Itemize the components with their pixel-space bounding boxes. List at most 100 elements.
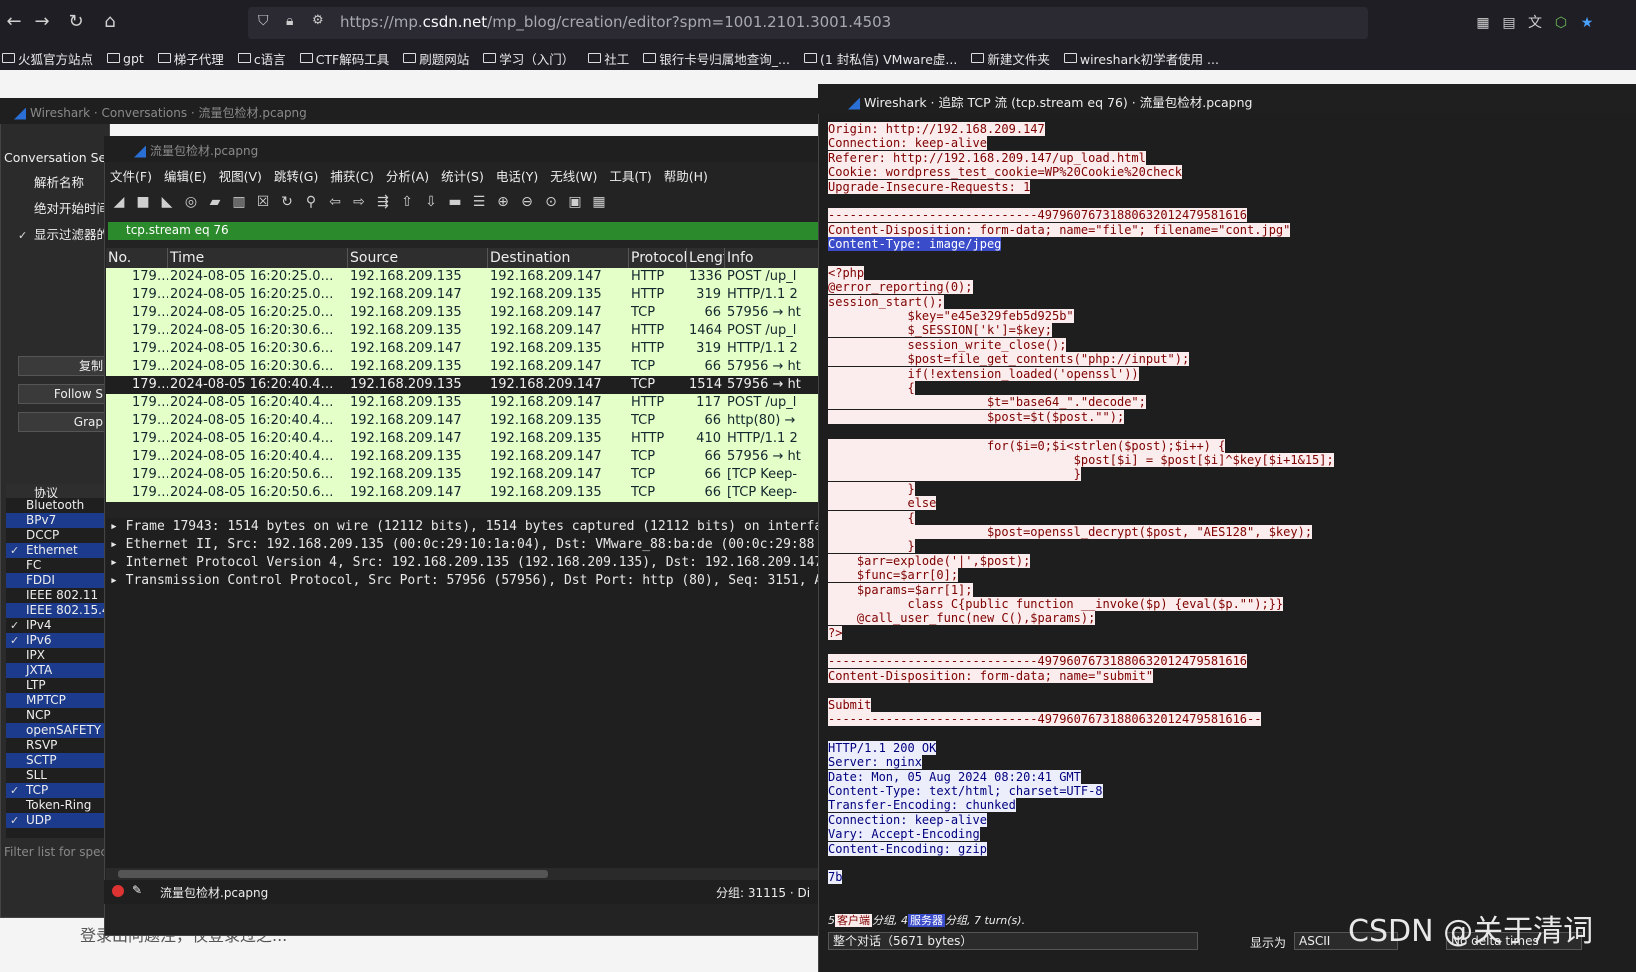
protocol-item[interactable]: ✓ Ethernet (6, 543, 104, 558)
protocol-item[interactable]: IEEE 802.15.4 (6, 603, 104, 618)
resize-columns-icon[interactable]: ▣ (566, 193, 584, 211)
bookmark-item[interactable]: 银行卡号归属地查询_... (643, 49, 790, 68)
protocol-item[interactable]: IPX (6, 648, 104, 663)
menu-item[interactable]: 分析(A) (386, 166, 429, 185)
bookmark-item[interactable]: 社工 (588, 49, 629, 68)
capture-options-icon[interactable]: ◎ (182, 193, 200, 211)
auto-scroll-icon[interactable]: ▬ (446, 193, 464, 211)
checkbox-icon[interactable] (10, 559, 20, 569)
expand-arrow-icon[interactable]: ▸ (110, 573, 126, 588)
protocol-item[interactable]: ✓ UDP (6, 813, 104, 828)
checkbox-icon[interactable] (10, 709, 20, 719)
close-file-icon[interactable]: ☒ (254, 193, 272, 211)
detail-row[interactable]: ▸ Frame 17943: 1514 bytes on wire (12112… (106, 518, 830, 536)
protocol-item[interactable]: JXTA (6, 663, 104, 678)
checkbox-icon[interactable]: ✓ (18, 230, 28, 241)
expert-info-icon[interactable] (112, 885, 124, 897)
packet-row[interactable]: 179… 2024-08-05 16:20:40.4… 192.168.209.14… (106, 430, 830, 448)
zoom-out-icon[interactable]: ⊖ (518, 193, 536, 211)
menu-item[interactable]: 跳转(G) (274, 166, 318, 185)
menu-item[interactable]: 视图(V) (219, 166, 262, 185)
column-header[interactable]: Destination (488, 248, 629, 268)
checkbox-icon[interactable]: ✓ (10, 545, 20, 556)
protocol-item[interactable]: ✓ IPv4 (6, 618, 104, 633)
translate-icon[interactable]: 文 (1526, 14, 1544, 32)
packet-row[interactable]: 179… 2024-08-05 16:20:40.4… 192.168.209.13… (106, 376, 830, 394)
layout-icon[interactable]: ▦ (590, 193, 608, 211)
bookmark-item[interactable]: CTF解码工具 (299, 49, 389, 68)
column-header[interactable]: Protocol (629, 248, 687, 268)
reload-file-icon[interactable]: ↻ (278, 193, 296, 211)
first-packet-icon[interactable]: ⇧ (398, 193, 416, 211)
conversation-button[interactable]: Follow S (18, 384, 108, 404)
column-header[interactable]: Source (348, 248, 488, 268)
back-icon[interactable]: ← (2, 10, 26, 34)
zoom-reset-icon[interactable]: ⊙ (542, 193, 560, 211)
protocol-item[interactable]: Bluetooth (6, 498, 104, 513)
checkbox-icon[interactable] (10, 574, 20, 584)
open-file-icon[interactable]: ▰ (206, 193, 224, 211)
protocol-item[interactable]: LTP (6, 678, 104, 693)
stop-capture-icon[interactable]: ■ (134, 193, 152, 211)
menu-item[interactable]: 帮助(H) (664, 166, 708, 185)
colorize-icon[interactable]: ☰ (470, 193, 488, 211)
checkbox-icon[interactable] (10, 679, 20, 689)
protocol-header[interactable]: 协议 (6, 484, 104, 500)
checkbox-icon[interactable] (10, 694, 20, 704)
checkbox-icon[interactable] (18, 177, 28, 187)
checkbox-icon[interactable] (10, 604, 20, 614)
conversation-option[interactable]: 解析名称 (18, 172, 84, 191)
tcp-stream-content[interactable]: Origin: http://192.168.209.147 Connection… (828, 122, 1568, 917)
bookmark-item[interactable]: c语言 (237, 49, 286, 68)
checkbox-icon[interactable]: ✓ (10, 785, 20, 796)
protocol-item[interactable]: ✓ IPv6 (6, 633, 104, 648)
packet-row[interactable]: 179… 2024-08-05 16:20:40.4… 192.168.209.13… (106, 394, 830, 412)
packet-row[interactable]: 179… 2024-08-05 16:20:30.6… 192.168.209.13… (106, 322, 830, 340)
protocol-item[interactable]: FC (6, 558, 104, 573)
go-to-packet-icon[interactable]: ⇶ (374, 193, 392, 211)
checkbox-icon[interactable] (10, 664, 20, 674)
checkbox-icon[interactable] (10, 589, 20, 599)
protocol-list[interactable]: Bluetooth BPv7 DCCP ✓ Ethernet FC FDDI IEEE 802… (6, 498, 104, 838)
packet-row[interactable]: 179… 2024-08-05 16:20:25.0… 192.168.209.13… (106, 304, 830, 322)
checkbox-icon[interactable] (10, 769, 20, 779)
bookmark-item[interactable]: 学习（入门） (483, 49, 574, 68)
checkbox-icon[interactable] (10, 724, 20, 734)
packet-row[interactable]: 179… 2024-08-05 16:20:30.6… 192.168.209.13… (106, 358, 830, 376)
zoom-in-icon[interactable]: ⊕ (494, 193, 512, 211)
menu-item[interactable]: 工具(T) (609, 166, 651, 185)
menu-item[interactable]: 文件(F) (110, 166, 152, 185)
find-packet-icon[interactable]: ⚲ (302, 193, 320, 211)
bookmark-item[interactable]: 火狐官方站点 (2, 49, 93, 68)
forward-icon[interactable]: → (30, 10, 54, 34)
lock-icon[interactable]: 🔒︎ (286, 13, 293, 29)
protocol-item[interactable]: IEEE 802.11 (6, 588, 104, 603)
checkbox-icon[interactable] (10, 499, 20, 509)
last-packet-icon[interactable]: ⇩ (422, 193, 440, 211)
packet-list[interactable]: 179… 2024-08-05 16:20:25.0… 192.168.209.13… (106, 268, 830, 502)
packet-row[interactable]: 179… 2024-08-05 16:20:25.0… 192.168.209.13… (106, 268, 830, 286)
protocol-item[interactable]: NCP (6, 708, 104, 723)
expand-arrow-icon[interactable]: ▸ (110, 537, 126, 552)
checkbox-icon[interactable]: ✓ (10, 815, 20, 826)
qr-code-icon[interactable]: ▦ (1474, 14, 1492, 32)
detail-row[interactable]: ▸ Transmission Control Protocol, Src Por… (106, 572, 830, 590)
conversation-select[interactable]: 整个对话（5671 bytes） (828, 932, 1198, 950)
bookmark-item[interactable]: 新建文件夹 (971, 49, 1050, 68)
packet-row[interactable]: 179… 2024-08-05 16:20:50.6… 192.168.209.13… (106, 466, 830, 484)
expand-arrow-icon[interactable]: ▸ (110, 519, 126, 534)
protocol-item[interactable]: FDDI (6, 573, 104, 588)
protocol-item[interactable]: ✓ TCP (6, 783, 104, 798)
checkbox-icon[interactable] (10, 529, 20, 539)
reader-view-icon[interactable]: ▤ (1500, 14, 1518, 32)
checkbox-icon[interactable] (10, 754, 20, 764)
menu-item[interactable]: 电话(Y) (496, 166, 538, 185)
display-filter-input[interactable]: tcp.stream eq 76 (108, 222, 830, 240)
checkbox-icon[interactable] (10, 649, 20, 659)
scrollbar-thumb[interactable] (118, 870, 548, 878)
home-icon[interactable]: ⌂ (98, 10, 122, 34)
checkbox-icon[interactable]: ✓ (10, 635, 20, 646)
checkbox-icon[interactable] (10, 514, 20, 524)
protocol-item[interactable]: BPv7 (6, 513, 104, 528)
packet-details[interactable]: ▸ Frame 17943: 1514 bytes on wire (12112… (106, 518, 830, 868)
